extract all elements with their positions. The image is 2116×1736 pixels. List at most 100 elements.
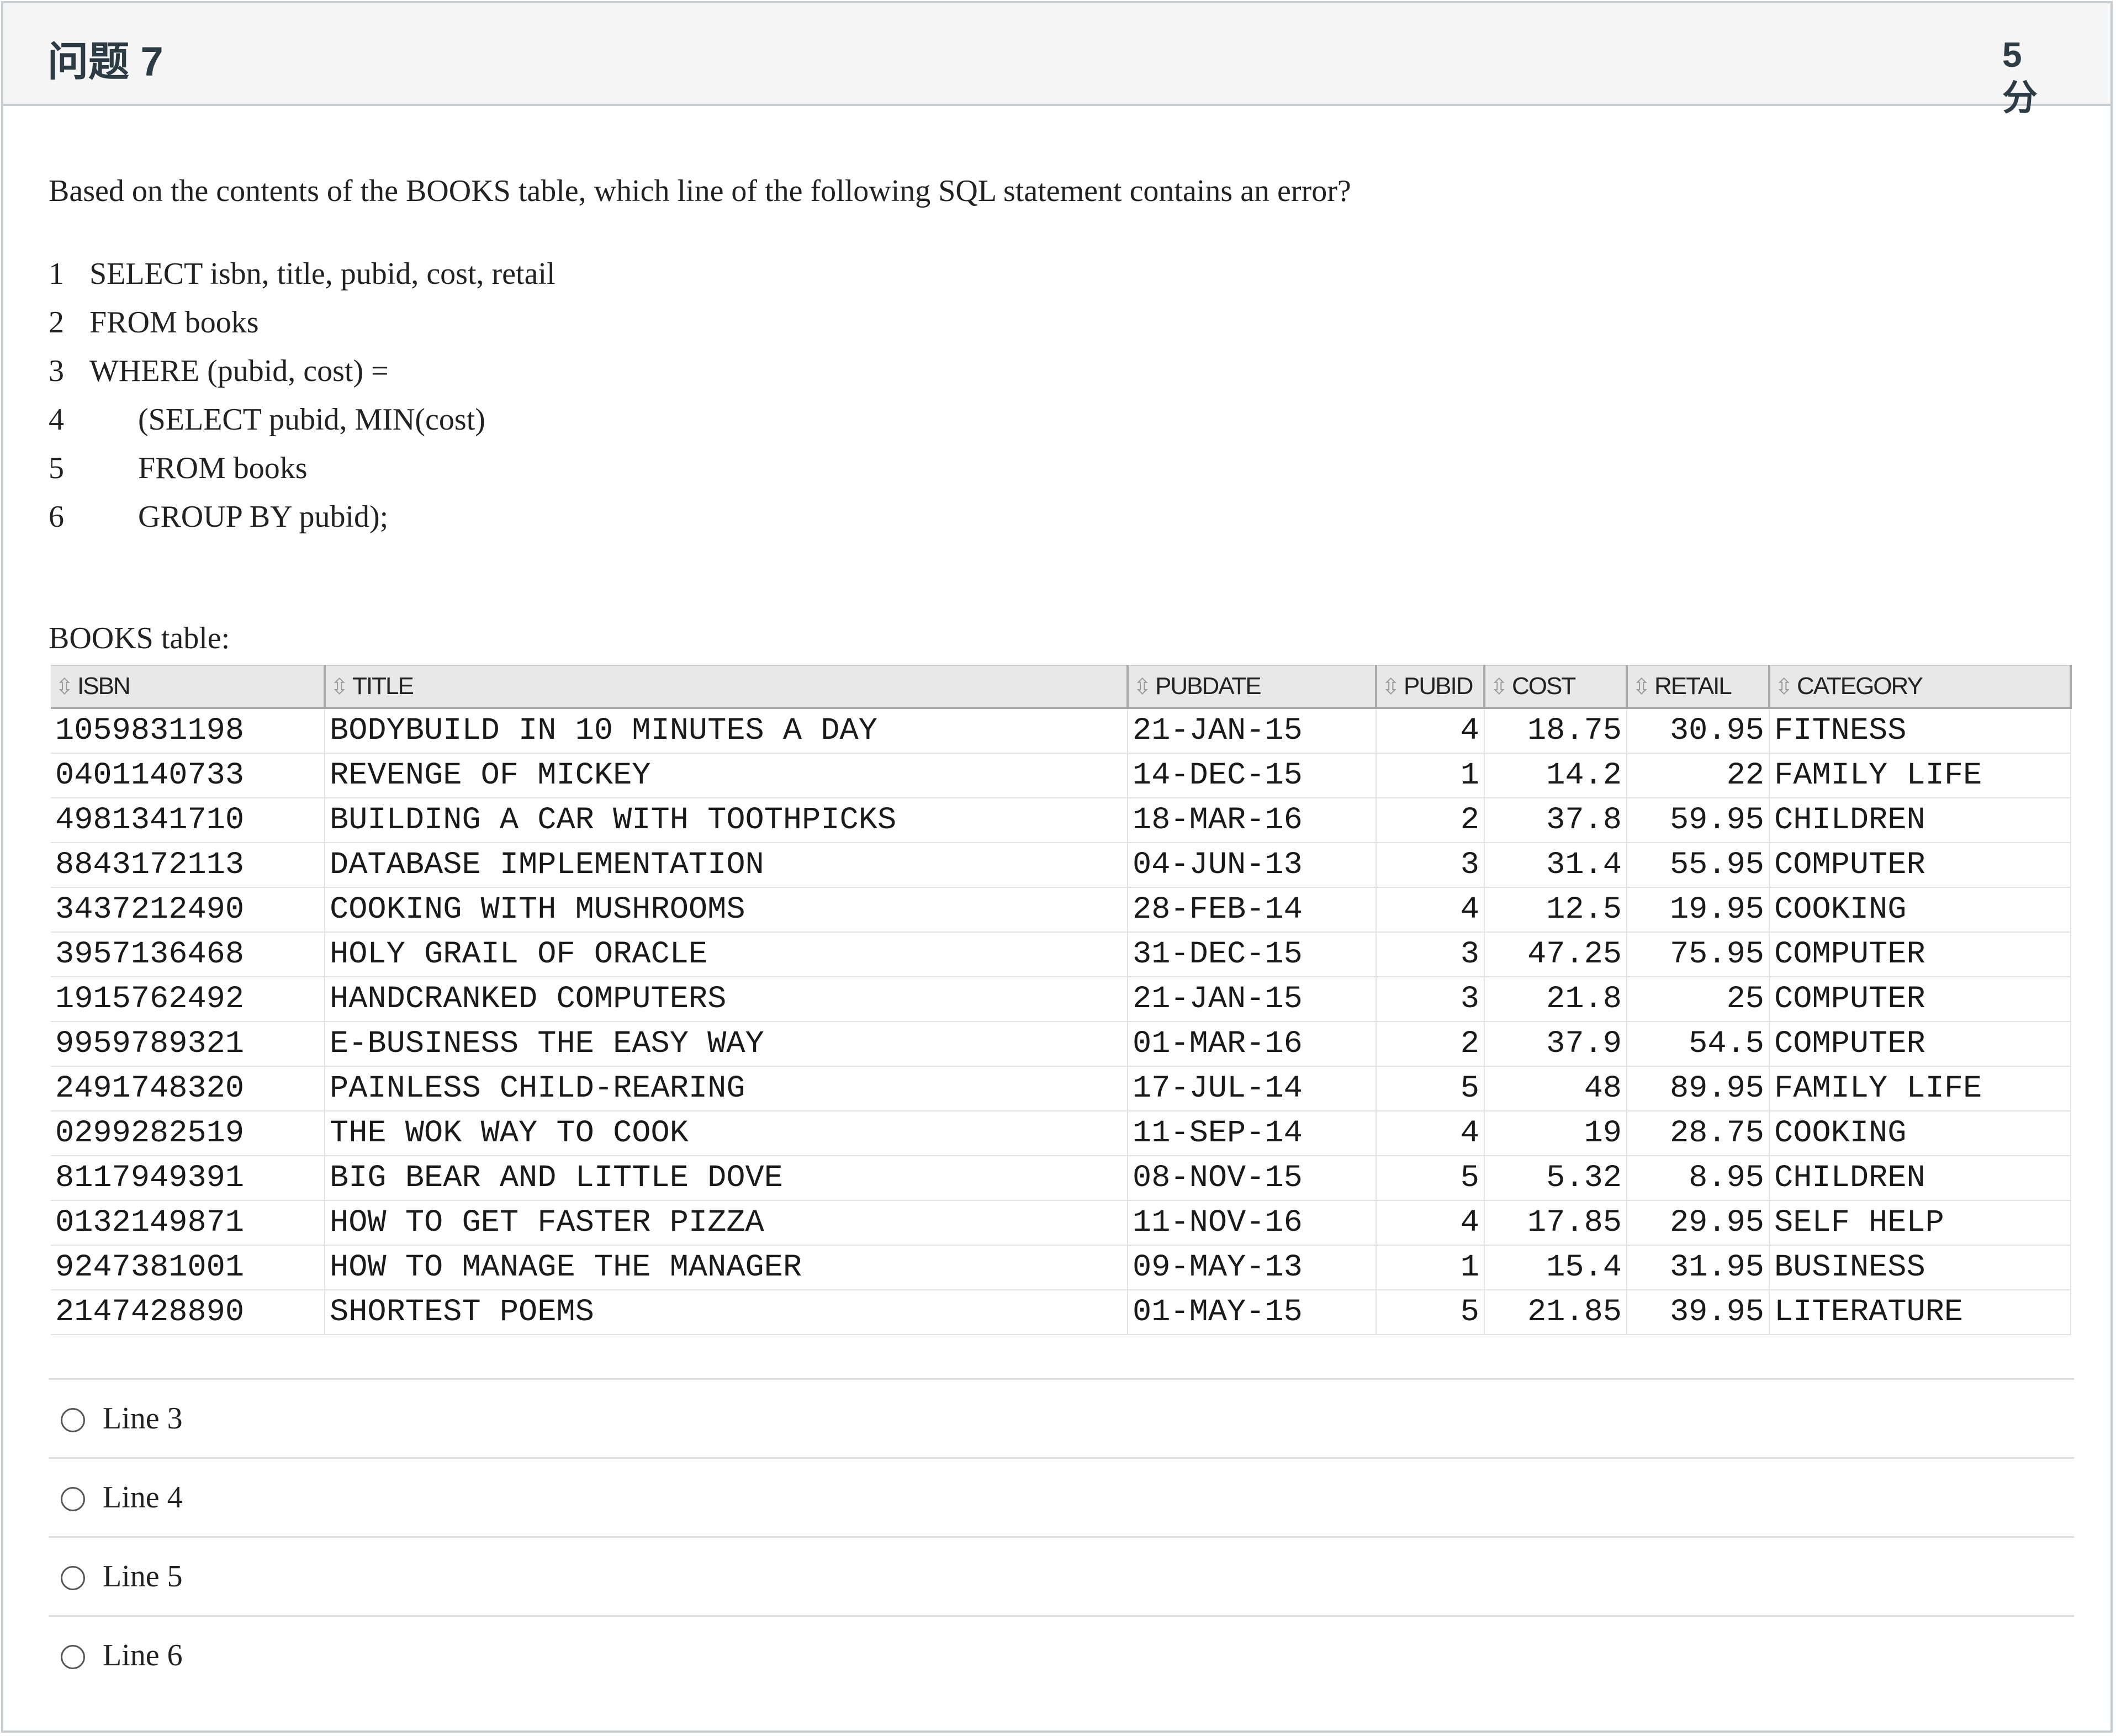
cell-pubdate: 11-NOV-16 <box>1128 1200 1377 1246</box>
cell-pubdate: 11-SEP-14 <box>1128 1111 1377 1156</box>
cell-isbn: 2491748320 <box>51 1066 325 1112</box>
cell-pubid: 3 <box>1376 977 1485 1022</box>
column-header-cost[interactable]: ⇳ COST <box>1484 665 1628 709</box>
cell-isbn: 1059831198 <box>51 708 325 754</box>
column-header-label: RETAIL <box>1654 673 1732 700</box>
sort-icon[interactable]: ⇳ <box>1775 674 1797 700</box>
answer-options: Line 3 Line 4 Line 5 Line 6 <box>49 1378 2074 1694</box>
radio-button[interactable] <box>61 1408 85 1432</box>
cell-pubid: 5 <box>1376 1156 1485 1201</box>
cell-cost: 18.75 <box>1484 708 1627 754</box>
cell-title: HOW TO GET FASTER PIZZA <box>325 1200 1128 1246</box>
cell-retail: 39.95 <box>1627 1290 1770 1335</box>
cell-category: CHILDREN <box>1769 1156 2071 1201</box>
cell-title: PAINLESS CHILD-REARING <box>325 1066 1128 1112</box>
cell-title: BIG BEAR AND LITTLE DOVE <box>325 1156 1128 1201</box>
question-card: 问题 7 5 分 Based on the contents of the BO… <box>1 1 2113 1733</box>
table-row: 4981341710 BUILDING A CAR WITH TOOTHPICKS… <box>51 798 2071 843</box>
sql-line-number: 4 <box>49 403 64 437</box>
question-header: 问题 7 5 分 <box>3 3 2110 118</box>
cell-title: COOKING WITH MUSHROOMS <box>325 887 1128 933</box>
cell-retail: 31.95 <box>1627 1245 1770 1290</box>
sql-line: 3 WHERE (pubid, cost) = <box>49 353 389 389</box>
column-header-pubdate[interactable]: ⇳ PUBDATE <box>1128 665 1377 709</box>
cell-category: COMPUTER <box>1769 977 2071 1022</box>
radio-button[interactable] <box>61 1487 85 1511</box>
column-header-isbn[interactable]: ⇳ ISBN <box>51 665 326 709</box>
table-row: 9247381001 HOW TO MANAGE THE MANAGER 09-MA… <box>51 1245 2071 1290</box>
table-row: 2147428890 SHORTEST POEMS 01-MAY-15 5 21.85 3… <box>51 1290 2071 1335</box>
table-row: 0132149871 HOW TO GET FASTER PIZZA 11-NOV-… <box>51 1200 2071 1246</box>
radio-button[interactable] <box>61 1566 85 1590</box>
table-row: 0299282519 THE WOK WAY TO COOK 11-SEP-14 4 1… <box>51 1111 2071 1156</box>
column-header-title[interactable]: ⇳ TITLE <box>325 665 1129 709</box>
answer-option[interactable]: Line 4 <box>49 1457 2074 1536</box>
cell-title: HANDCRANKED COMPUTERS <box>325 977 1128 1022</box>
cell-cost: 17.85 <box>1484 1200 1627 1246</box>
table-row: 1915762492 HANDCRANKED COMPUTERS 21-JAN-15… <box>51 977 2071 1022</box>
cell-pubdate: 31-DEC-15 <box>1128 932 1377 977</box>
cell-retail: 29.95 <box>1627 1200 1770 1246</box>
cell-pubid: 4 <box>1376 1200 1485 1246</box>
cell-title: BODYBUILD IN 10 MINUTES A DAY <box>325 708 1128 754</box>
sql-line: 1 SELECT isbn, title, pubid, cost, retail <box>49 256 556 292</box>
cell-category: COMPUTER <box>1769 1022 2071 1067</box>
cell-pubdate: 01-MAY-15 <box>1128 1290 1377 1335</box>
sort-icon[interactable]: ⇳ <box>1490 674 1512 700</box>
cell-isbn: 3957136468 <box>51 932 325 977</box>
table-caption: BOOKS table: <box>49 621 230 655</box>
cell-category: FITNESS <box>1769 708 2071 754</box>
sql-line-number: 3 <box>49 354 64 388</box>
sql-line-number: 5 <box>49 451 64 485</box>
answer-label[interactable]: Line 3 <box>103 1401 183 1436</box>
cell-title: DATABASE IMPLEMENTATION <box>325 843 1128 888</box>
sort-icon[interactable]: ⇳ <box>55 674 77 700</box>
cell-cost: 47.25 <box>1484 932 1627 977</box>
sort-icon[interactable]: ⇳ <box>1382 674 1404 700</box>
cell-pubdate: 17-JUL-14 <box>1128 1066 1377 1112</box>
sort-icon[interactable]: ⇳ <box>1632 674 1654 700</box>
cell-retail: 22 <box>1627 753 1770 798</box>
column-header-category[interactable]: ⇳ CATEGORY <box>1769 665 2072 709</box>
sql-line-number: 6 <box>49 500 64 534</box>
cell-cost: 21.85 <box>1484 1290 1627 1335</box>
cell-cost: 21.8 <box>1484 977 1627 1022</box>
sql-line-code: GROUP BY pubid); <box>138 500 389 534</box>
answer-label[interactable]: Line 5 <box>103 1559 183 1594</box>
cell-isbn: 4981341710 <box>51 798 325 843</box>
cell-category: FAMILY LIFE <box>1769 753 2071 798</box>
answer-option[interactable]: Line 5 <box>49 1536 2074 1615</box>
table-row: 9959789321 E-BUSINESS THE EASY WAY 01-MAR-… <box>51 1022 2071 1067</box>
cell-pubdate: 14-DEC-15 <box>1128 753 1377 798</box>
cell-pubdate: 18-MAR-16 <box>1128 798 1377 843</box>
table-row: 2491748320 PAINLESS CHILD-REARING 17-JUL-1… <box>51 1066 2071 1112</box>
answer-option[interactable]: Line 6 <box>49 1615 2074 1694</box>
sql-line: 4 (SELECT pubid, MIN(cost) <box>49 402 485 437</box>
cell-cost: 15.4 <box>1484 1245 1627 1290</box>
column-header-pubid[interactable]: ⇳ PUBID <box>1376 665 1485 709</box>
sort-icon[interactable]: ⇳ <box>330 674 352 700</box>
column-header-retail[interactable]: ⇳ RETAIL <box>1627 665 1770 709</box>
cell-category: COOKING <box>1769 887 2071 933</box>
cell-pubdate: 21-JAN-15 <box>1128 977 1377 1022</box>
sql-line-code: (SELECT pubid, MIN(cost) <box>138 403 485 437</box>
cell-category: LITERATURE <box>1769 1290 2071 1335</box>
cell-cost: 48 <box>1484 1066 1627 1112</box>
sql-line-code: FROM books <box>89 305 259 340</box>
column-header-label: TITLE <box>352 673 414 700</box>
cell-retail: 75.95 <box>1627 932 1770 977</box>
answer-label[interactable]: Line 6 <box>103 1638 183 1673</box>
cell-pubdate: 04-JUN-13 <box>1128 843 1377 888</box>
radio-button[interactable] <box>61 1645 85 1669</box>
cell-category: BUSINESS <box>1769 1245 2071 1290</box>
cell-category: SELF HELP <box>1769 1200 2071 1246</box>
cell-retail: 25 <box>1627 977 1770 1022</box>
cell-isbn: 2147428890 <box>51 1290 325 1335</box>
cell-pubid: 5 <box>1376 1066 1485 1112</box>
answer-option[interactable]: Line 3 <box>49 1378 2074 1457</box>
sort-icon[interactable]: ⇳ <box>1133 674 1155 700</box>
table-row: 3437212490 COOKING WITH MUSHROOMS 28-FEB-1… <box>51 887 2071 933</box>
table-row: 8843172113 DATABASE IMPLEMENTATION 04-JUN-… <box>51 843 2071 888</box>
cell-cost: 5.32 <box>1484 1156 1627 1201</box>
answer-label[interactable]: Line 4 <box>103 1480 183 1515</box>
